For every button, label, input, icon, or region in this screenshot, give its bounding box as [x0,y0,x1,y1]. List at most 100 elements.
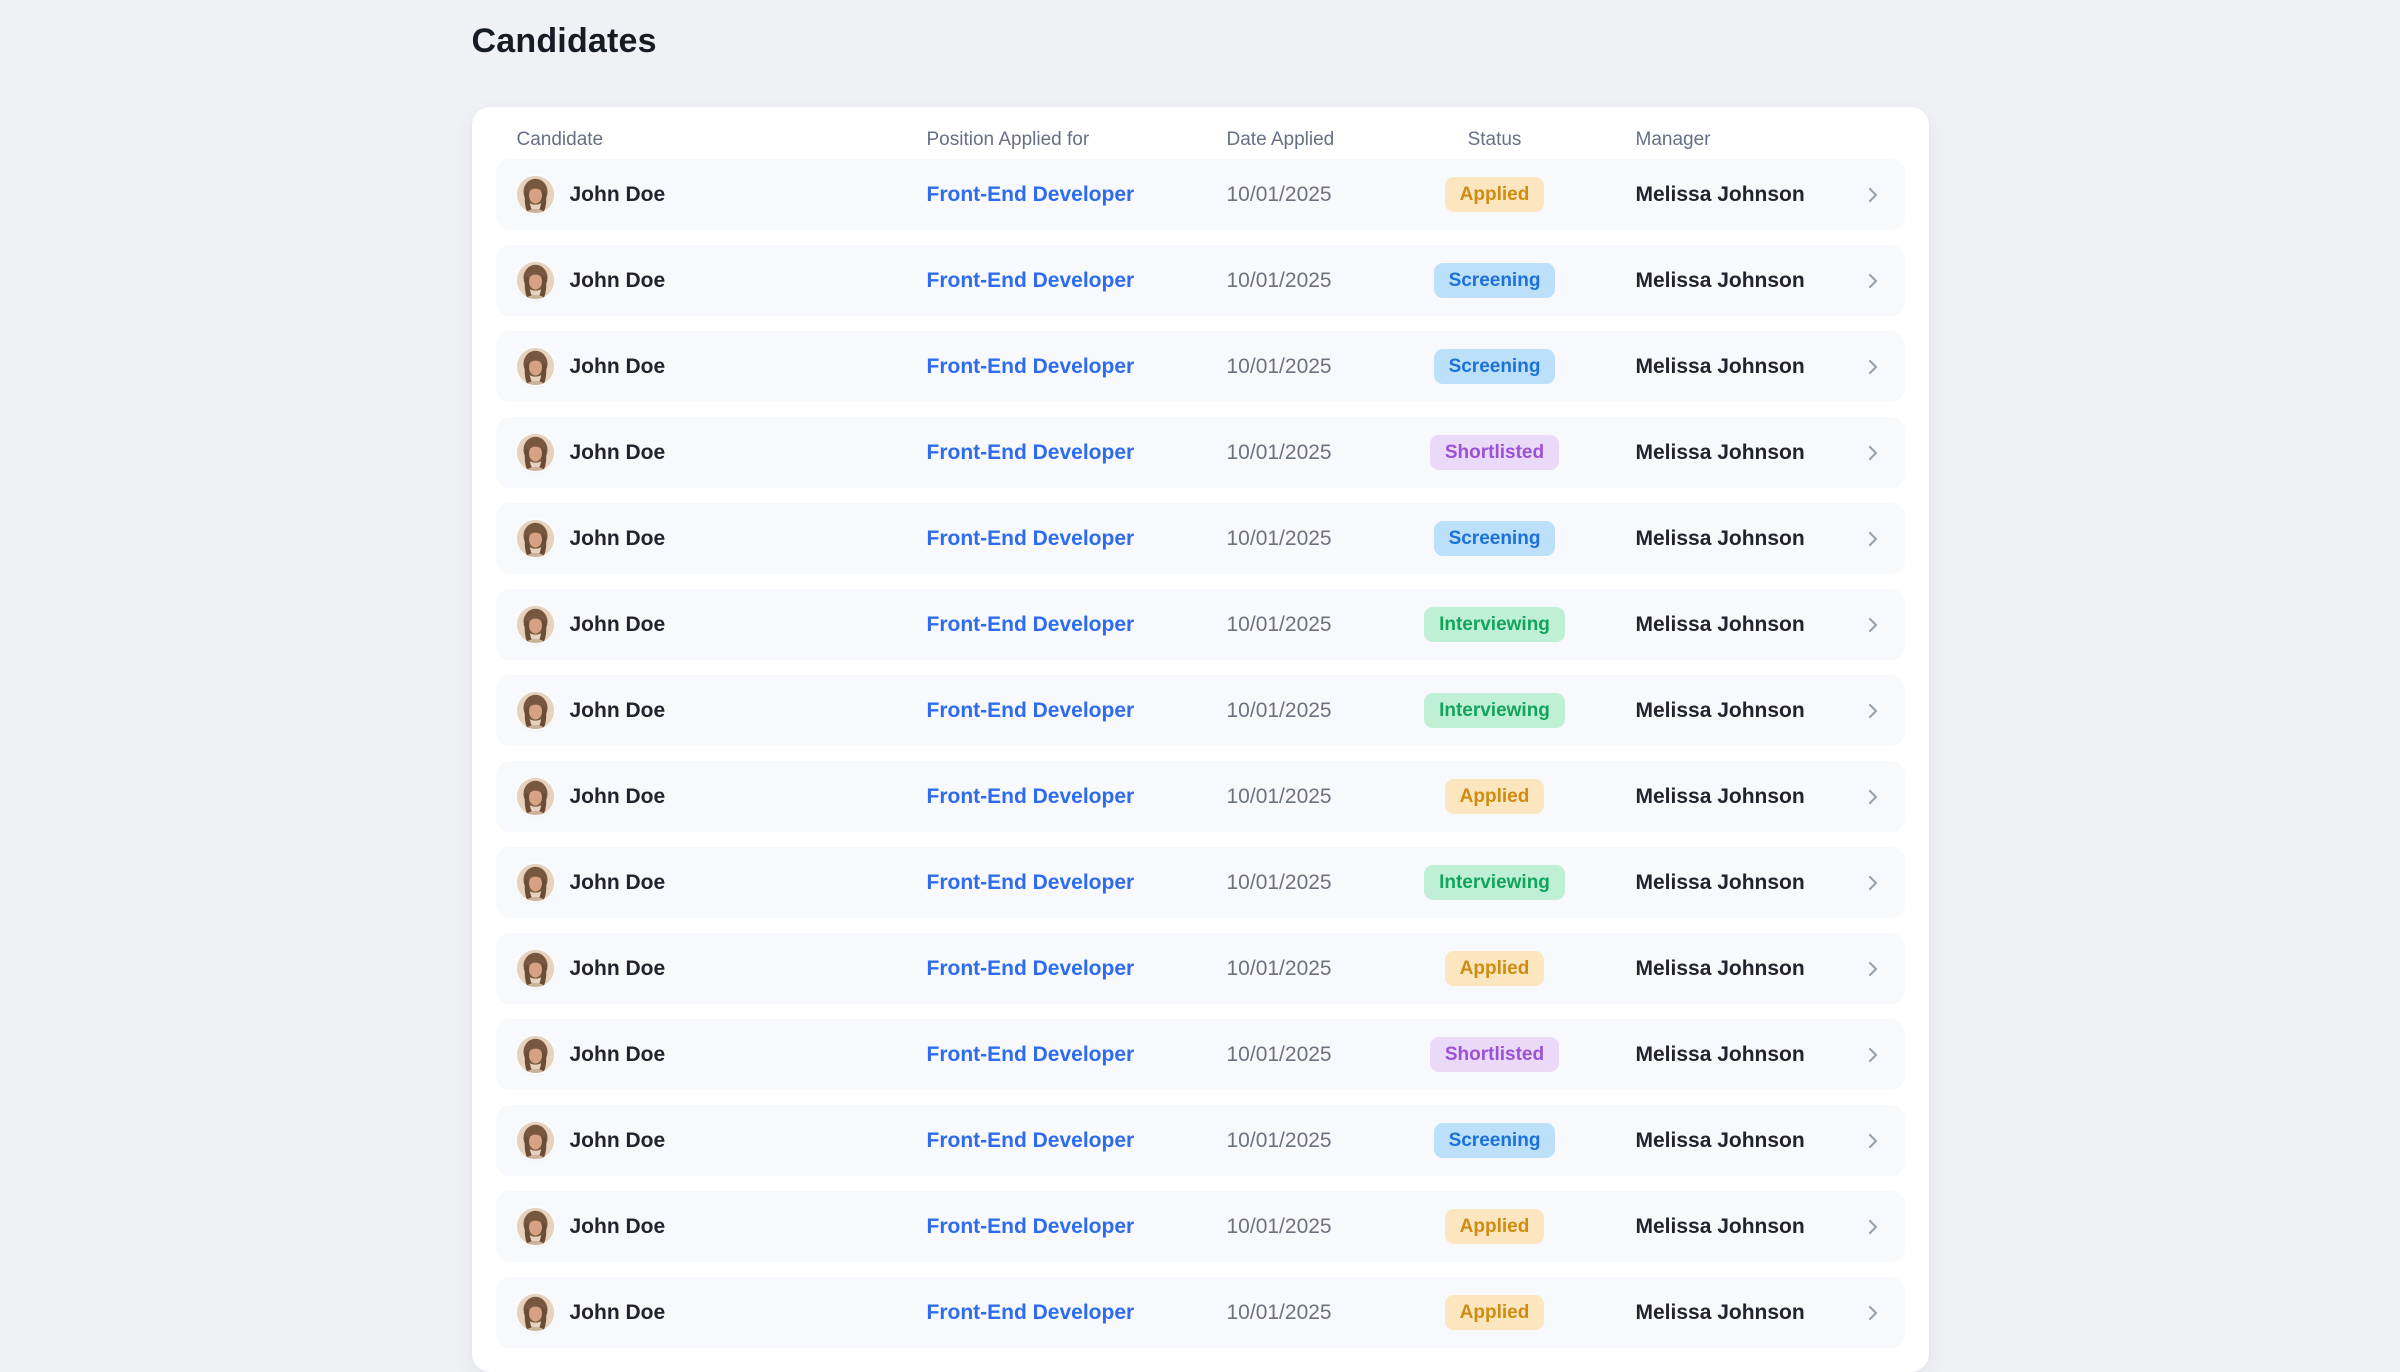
position-link[interactable]: Front-End Developer [927,613,1135,636]
table-row[interactable]: John Doe Front-End Developer 10/01/2025 … [496,159,1905,230]
date-applied: 10/01/2025 [1227,613,1407,637]
row-action[interactable] [1861,1043,1885,1067]
row-action[interactable] [1861,269,1885,293]
candidate-cell: John Doe [517,864,927,901]
row-action[interactable] [1861,785,1885,809]
status-badge: Applied [1445,1209,1545,1245]
table-row[interactable]: John Doe Front-End Developer 10/01/2025 … [496,331,1905,402]
candidate-cell: John Doe [517,692,927,729]
position-link[interactable]: Front-End Developer [927,785,1135,808]
position-cell: Front-End Developer [927,355,1227,379]
position-link[interactable]: Front-End Developer [927,1215,1135,1238]
table-row[interactable]: John Doe Front-End Developer 10/01/2025 … [496,675,1905,746]
manager-name: Melissa Johnson [1583,1215,1861,1239]
table-row[interactable]: John Doe Front-End Developer 10/01/2025 … [496,1019,1905,1090]
candidate-name: John Doe [570,871,666,895]
date-applied: 10/01/2025 [1227,1301,1407,1325]
row-action[interactable] [1861,355,1885,379]
row-action[interactable] [1861,527,1885,551]
candidate-name: John Doe [570,1129,666,1153]
candidate-cell: John Doe [517,1122,927,1159]
row-action[interactable] [1861,871,1885,895]
chevron-right-icon [1861,355,1885,379]
table-row[interactable]: John Doe Front-End Developer 10/01/2025 … [496,1105,1905,1176]
position-link[interactable]: Front-End Developer [927,269,1135,292]
position-cell: Front-End Developer [927,1043,1227,1067]
row-action[interactable] [1861,957,1885,981]
table-row[interactable]: John Doe Front-End Developer 10/01/2025 … [496,847,1905,918]
date-applied: 10/01/2025 [1227,355,1407,379]
table-row[interactable]: John Doe Front-End Developer 10/01/2025 … [496,1191,1905,1262]
avatar [517,262,554,299]
status-badge: Interviewing [1424,693,1565,729]
status-cell: Applied [1445,177,1545,213]
table-row[interactable]: John Doe Front-End Developer 10/01/2025 … [496,1277,1905,1348]
avatar [517,1294,554,1331]
status-badge: Shortlisted [1430,435,1559,471]
status-cell: Screening [1434,349,1556,385]
position-link[interactable]: Front-End Developer [927,957,1135,980]
table-row[interactable]: John Doe Front-End Developer 10/01/2025 … [496,417,1905,488]
manager-name: Melissa Johnson [1583,699,1861,723]
candidate-name: John Doe [570,1215,666,1239]
manager-name: Melissa Johnson [1583,1043,1861,1067]
chevron-right-icon [1861,699,1885,723]
page: Candidates Candidate Position Applied fo… [472,0,1929,1372]
row-action[interactable] [1861,1129,1885,1153]
position-link[interactable]: Front-End Developer [927,527,1135,550]
position-link[interactable]: Front-End Developer [927,355,1135,378]
status-cell: Applied [1445,1295,1545,1331]
status-badge: Applied [1445,951,1545,987]
status-badge: Screening [1434,521,1556,557]
row-action[interactable] [1861,699,1885,723]
column-header-date: Date Applied [1227,129,1407,151]
manager-name: Melissa Johnson [1583,957,1861,981]
row-action[interactable] [1861,1215,1885,1239]
candidate-name: John Doe [570,1043,666,1067]
table-row[interactable]: John Doe Front-End Developer 10/01/2025 … [496,933,1905,1004]
manager-name: Melissa Johnson [1583,871,1861,895]
avatar [517,520,554,557]
avatar [517,434,554,471]
status-badge: Screening [1434,1123,1556,1159]
position-link[interactable]: Front-End Developer [927,1043,1135,1066]
status-cell: Screening [1434,1123,1556,1159]
position-cell: Front-End Developer [927,527,1227,551]
table-row[interactable]: John Doe Front-End Developer 10/01/2025 … [496,503,1905,574]
position-link[interactable]: Front-End Developer [927,441,1135,464]
position-link[interactable]: Front-End Developer [927,183,1135,206]
avatar [517,176,554,213]
table-body: John Doe Front-End Developer 10/01/2025 … [496,159,1905,1348]
date-applied: 10/01/2025 [1227,699,1407,723]
status-badge: Shortlisted [1430,1037,1559,1073]
row-action[interactable] [1861,183,1885,207]
position-cell: Front-End Developer [927,613,1227,637]
row-action[interactable] [1861,441,1885,465]
row-action[interactable] [1861,613,1885,637]
position-link[interactable]: Front-End Developer [927,1301,1135,1324]
table-row[interactable]: John Doe Front-End Developer 10/01/2025 … [496,245,1905,316]
candidates-table-card: Candidate Position Applied for Date Appl… [472,107,1929,1372]
candidate-name: John Doe [570,1301,666,1325]
status-badge: Interviewing [1424,865,1565,901]
candidate-name: John Doe [570,355,666,379]
table-row[interactable]: John Doe Front-End Developer 10/01/2025 … [496,761,1905,832]
row-action[interactable] [1861,1301,1885,1325]
position-link[interactable]: Front-End Developer [927,871,1135,894]
status-cell: Applied [1445,1209,1545,1245]
position-cell: Front-End Developer [927,441,1227,465]
date-applied: 10/01/2025 [1227,269,1407,293]
status-badge: Applied [1445,1295,1545,1331]
candidate-name: John Doe [570,613,666,637]
date-applied: 10/01/2025 [1227,183,1407,207]
date-applied: 10/01/2025 [1227,1215,1407,1239]
column-header-candidate: Candidate [517,129,927,151]
position-link[interactable]: Front-End Developer [927,699,1135,722]
status-badge: Applied [1445,779,1545,815]
chevron-right-icon [1861,785,1885,809]
table-row[interactable]: John Doe Front-End Developer 10/01/2025 … [496,589,1905,660]
avatar [517,1122,554,1159]
position-link[interactable]: Front-End Developer [927,1129,1135,1152]
status-cell: Screening [1434,521,1556,557]
chevron-right-icon [1861,183,1885,207]
